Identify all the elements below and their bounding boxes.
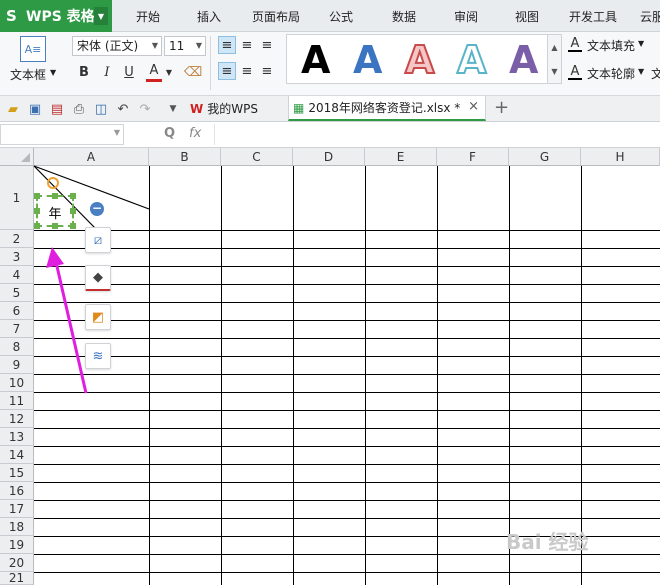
collapse-minus-icon[interactable]: −	[90, 202, 104, 216]
resize-handle[interactable]	[34, 223, 40, 229]
wps-window: S WPS 表格 ▼ 开始 插入 页面布局 公式 数据 审阅 视图 开发工具 云…	[0, 0, 660, 585]
resize-handle[interactable]	[70, 208, 76, 214]
resize-handle[interactable]	[34, 208, 40, 214]
resize-handle[interactable]	[70, 223, 76, 229]
a1-diagonal-lines	[33, 165, 150, 394]
shape-style-icon[interactable]: ⧄	[85, 227, 111, 253]
baidu-watermark: Bai 经验	[506, 530, 589, 554]
rotate-handle-icon[interactable]	[47, 177, 59, 189]
resize-handle[interactable]	[52, 193, 58, 199]
resize-handle[interactable]	[70, 193, 76, 199]
resize-handle[interactable]	[34, 193, 40, 199]
fill-bucket-icon[interactable]: ◆	[85, 265, 111, 291]
selected-text-box[interactable]: 年	[34, 193, 76, 229]
text-box-content[interactable]: 年	[38, 203, 72, 222]
resize-handle[interactable]	[52, 223, 58, 229]
layers-icon[interactable]: ≋	[85, 343, 111, 369]
outline-pen-icon[interactable]: ◩	[85, 304, 111, 330]
